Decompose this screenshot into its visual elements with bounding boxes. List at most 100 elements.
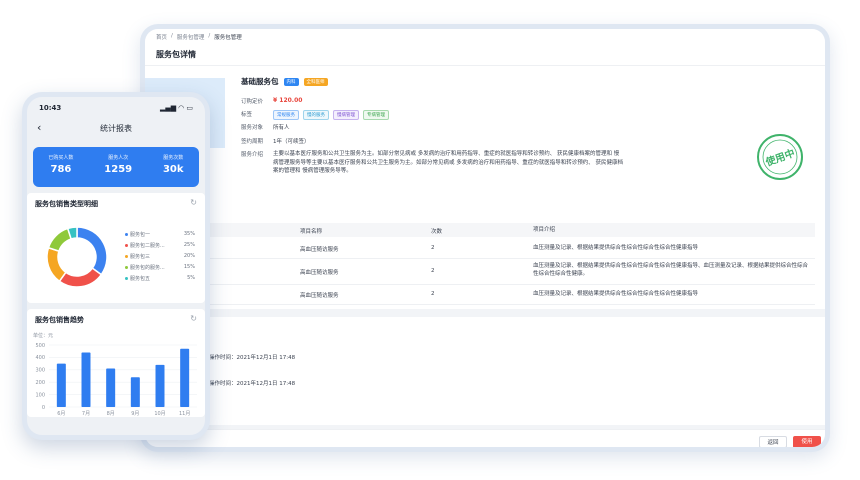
pie-chart — [46, 226, 108, 288]
legend-label: 服务包的服务... — [125, 264, 165, 271]
label-chip: 慢病管理 — [333, 110, 359, 120]
legend-value: 25% — [183, 242, 195, 248]
bar-chart: 单位：元 0 100 200 300 400 500 6月 7月 8月 9月 10月 11月 — [33, 332, 197, 417]
legend-label: 服务包三 — [125, 253, 150, 260]
x-tick-label: 9月 — [131, 411, 139, 417]
tablet-frame: 首页 / 服务包管理 / 服务包管理 服务包详情 基础服务包 内科 全科医师 订… — [140, 24, 830, 452]
target-value: 所有人 — [273, 125, 290, 131]
cell-times: 2 — [431, 245, 435, 251]
cell-intro: 血压测量及记录、根据结果提供综合性综合性综合性综合性健康指导 — [533, 291, 699, 297]
package-name-row: 基础服务包 内科 全科医师 — [241, 76, 328, 87]
intro-row: 服务介绍 主要以基本医疗服务和公共卫生服务为主。如部分常见病或 多发病的治疗和用… — [241, 150, 623, 176]
legend-dot-icon — [125, 277, 128, 280]
table-row: 高血压随访服务 2 血压测量及记录、根据结果提供综合性综合性综合性综合性健康指导 — [145, 239, 815, 259]
intro-label: 服务介绍 — [241, 152, 264, 158]
legend-label: 服务包一 — [125, 231, 150, 238]
pie-slice — [47, 227, 73, 253]
y-tick-label: 200 — [35, 380, 45, 386]
tablet-screen: 首页 / 服务包管理 / 服务包管理 服务包详情 基础服务包 内科 全科医师 订… — [145, 29, 825, 447]
refresh-icon[interactable]: ↻ — [190, 314, 197, 323]
table-row: 高血压随访服务 2 血压测量及记录、根据结果提供综合性综合性综合性综合性健康指导… — [145, 259, 815, 285]
breadcrumb-sep: / — [171, 33, 173, 39]
stat-label: 已购买人数 — [48, 155, 74, 161]
bar — [155, 364, 165, 407]
legend-entry: 服务包五 5% — [125, 275, 195, 282]
y-tick-label: 400 — [35, 355, 45, 361]
bar — [56, 363, 66, 407]
back-button[interactable]: 返回 — [759, 436, 787, 447]
signal-icon: ▂▄▆ — [159, 104, 177, 112]
tag-badge: 内科 — [283, 77, 299, 86]
refresh-icon[interactable]: ↻ — [190, 198, 197, 207]
stamp-text: 使用中 — [763, 146, 797, 169]
stat-service-count: 服务次数 30k — [163, 154, 184, 187]
table-header: 项目名称 次数 项目介绍 — [145, 223, 815, 237]
label-chip: 慢的服务 — [303, 110, 329, 120]
stat-label: 服务次数 — [163, 155, 184, 161]
cell-intro: 血压测量及记录、根据结果提供综合性综合性综合性综合性健康指导 — [533, 245, 699, 251]
bar — [81, 352, 91, 407]
legend-entry: 服务包三 20% — [125, 253, 195, 260]
breadcrumb-home[interactable]: 首页 — [156, 33, 167, 44]
bar — [130, 377, 140, 407]
label-chip: 专病管理 — [363, 110, 389, 120]
legend-dot-icon — [125, 244, 128, 247]
stat-service-people: 服务人次 1259 — [104, 154, 132, 187]
in-use-stamp-icon: 使用中 — [757, 134, 803, 180]
legend-entry: 服务包一 35% — [125, 231, 195, 238]
cell-name: 高血压随访服务 — [300, 293, 339, 299]
col-header-intro: 项目介绍 — [533, 227, 556, 233]
period-value: 1年（可续签） — [273, 139, 310, 145]
breadcrumb-mgmt[interactable]: 服务包管理 — [177, 33, 205, 44]
intro-value: 主要以基本医疗服务和公共卫生服务为主。如部分常见病或 多发病的治疗和用药指导、重… — [273, 151, 624, 174]
status-icons: ▂▄▆ ◠ ▭ — [160, 104, 193, 112]
page-title: 服务包详情 — [145, 44, 825, 66]
y-tick-label: 0 — [42, 405, 45, 411]
legend-entry: 服务包的服务... 15% — [125, 264, 195, 271]
legend-dot-icon — [125, 233, 128, 236]
table-row: 高血压随访服务 2 血压测量及记录、根据结果提供综合性综合性综合性综合性健康指导 — [145, 285, 815, 305]
package-card: 基础服务包 内科 全科医师 订购定价 ¥ 120.00 标签 常规服务 慢的服务… — [145, 66, 825, 199]
pie-card: 服务包销售类型明细 ↻ 服务包一 35% 服务包二服务... 25% 服务包三 20% 服务… — [27, 193, 205, 303]
cell-intro: 血压测量及记录、根据结果提供综合性综合性综合性综合性健康指导、血压测量及记录、根… — [533, 263, 809, 277]
target-label: 服务对象 — [241, 125, 264, 131]
stat-value: 1259 — [104, 164, 133, 175]
status-time: 10:43 — [39, 104, 62, 112]
cell-times: 2 — [431, 291, 435, 297]
stat-label: 服务人次 — [108, 155, 129, 161]
breadcrumb: 首页 / 服务包管理 / 服务包管理 — [145, 29, 825, 44]
breadcrumb-sep: / — [208, 33, 211, 39]
wifi-icon: ◠ — [178, 104, 184, 112]
tag-badge: 全科医师 — [303, 77, 328, 86]
phone-screen: 10:43 ▂▄▆ ◠ ▭ ‹ 统计报表 已购买人数 786 服务人次 1259… — [27, 97, 205, 435]
labels-row: 标签 常规服务 慢的服务 慢病管理 专病管理 — [241, 110, 393, 120]
legend-label: 服务包五 — [125, 275, 150, 282]
label-chip: 常规服务 — [273, 110, 299, 120]
use-button[interactable]: 使用 — [793, 436, 821, 447]
stats-banner: 已购买人数 786 服务人次 1259 服务次数 30k — [33, 147, 199, 187]
legend-value: 5% — [187, 275, 195, 281]
x-tick-label: 7月 — [82, 411, 90, 417]
phone-frame: 10:43 ▂▄▆ ◠ ▭ ‹ 统计报表 已购买人数 786 服务人次 1259… — [22, 92, 210, 440]
footer-bar: 返回 使用 — [145, 429, 825, 447]
bar — [106, 368, 116, 407]
phone-title: 统计报表 — [100, 124, 132, 133]
period-label: 签约周期 — [241, 139, 264, 145]
status-bar: 10:43 ▂▄▆ ◠ ▭ — [39, 104, 193, 112]
col-header-times: 次数 — [431, 229, 443, 235]
x-tick-label: 11月 — [179, 411, 190, 417]
legend-value: 15% — [183, 264, 195, 270]
log-entry: 操作时间：2021年12月1日 17:48 — [209, 381, 296, 387]
y-tick-label: 300 — [35, 368, 45, 374]
x-tick-label: 6月 — [57, 411, 65, 417]
cell-name: 高血压随访服务 — [300, 270, 339, 276]
col-header-name: 项目名称 — [300, 229, 323, 235]
legend-dot-icon — [125, 266, 128, 269]
legend-value: 35% — [183, 231, 195, 237]
price-row: 订购定价 ¥ 120.00 — [241, 97, 302, 105]
legend-label: 服务包二服务... — [125, 242, 165, 249]
breadcrumb-current: 服务包管理 — [214, 35, 242, 41]
x-tick-label: 10月 — [154, 411, 165, 417]
bar-card-title: 服务包销售趋势 — [35, 316, 84, 324]
stat-buyers: 已购买人数 786 — [48, 154, 73, 187]
